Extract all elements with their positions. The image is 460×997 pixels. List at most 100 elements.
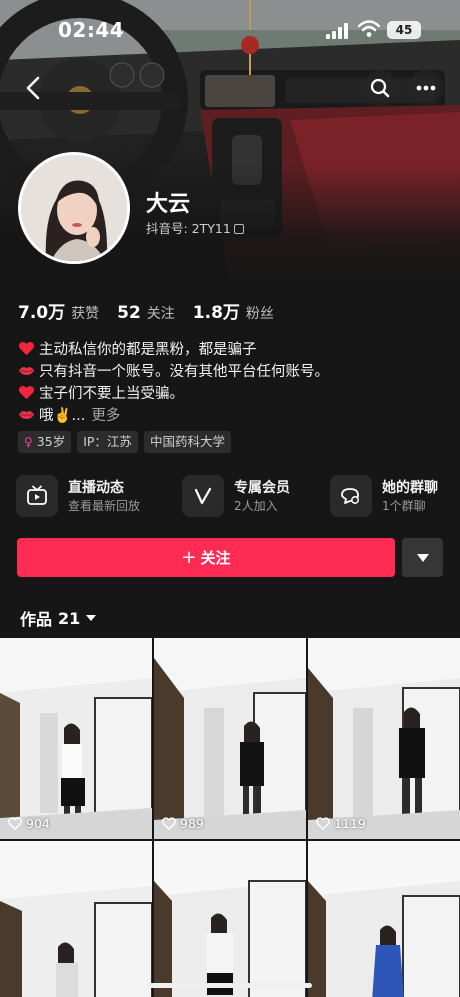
bio-line: 只有抖音一个账号。没有其他平台任何账号。: [18, 359, 448, 381]
video-cover-image: [0, 841, 152, 997]
video-thumbnail[interactable]: [0, 841, 152, 997]
battery-indicator: 45: [387, 21, 421, 39]
video-thumbnail[interactable]: 904: [0, 638, 152, 839]
profile-bio: 主动私信你的都是黑粉，都是骗子 只有抖音一个账号。没有其他平台任何账号。 宝子们…: [18, 337, 448, 425]
tag-age: ♀ 35岁: [18, 431, 72, 453]
avatar-image: [21, 155, 127, 261]
group-chat-icon: [341, 488, 359, 504]
tag-text: IP：江苏: [83, 434, 132, 449]
more-options-button[interactable]: [408, 70, 444, 106]
home-indicator[interactable]: [148, 983, 312, 988]
video-thumbnail[interactable]: [308, 841, 460, 997]
video-cover-image: [154, 638, 306, 839]
status-time: 02:44: [58, 18, 125, 42]
bio-text: 主动私信你的都是黑粉，都是骗子: [39, 341, 257, 358]
feature-text: 她的群聊 1个群聊: [382, 478, 438, 515]
cellular-signal-icon: [326, 23, 348, 39]
heart-icon: [18, 341, 35, 355]
heart-outline-icon: [8, 817, 22, 830]
stat-following[interactable]: 52 关注: [117, 303, 175, 323]
video-thumbnail[interactable]: 1119: [308, 638, 460, 839]
bio-text: 只有抖音一个账号。没有其他平台任何账号。: [39, 363, 329, 380]
female-icon: ♀: [24, 435, 33, 449]
live-tv-icon: [27, 485, 47, 505]
tag-text: 中国药科大学: [149, 434, 225, 449]
video-cover-image: [154, 841, 306, 997]
wifi-icon: [358, 20, 380, 37]
feature-subtitle: 查看最新回放: [68, 498, 141, 513]
feature-text: 专属会员 2人加入: [234, 478, 290, 515]
profile-avatar[interactable]: [18, 152, 130, 264]
profile-stats: 7.0万 获赞 52 关注 1.8万 粉丝: [18, 298, 292, 323]
feature-live[interactable]: 直播动态 查看最新回放: [16, 473, 140, 519]
douyin-id[interactable]: 抖音号: 2TY11: [146, 218, 244, 237]
heart-outline-icon: [162, 817, 176, 830]
video-thumbnail[interactable]: [154, 841, 306, 997]
likes-count: 989: [180, 816, 204, 831]
works-tab[interactable]: 作品 21: [20, 606, 97, 630]
stat-followers[interactable]: 1.8万 粉丝: [193, 298, 274, 323]
profile-nickname: 大云: [146, 192, 191, 217]
feature-cards: 直播动态 查看最新回放 专属会员 2人加入 她的群聊 1个群聊: [16, 473, 446, 519]
chevron-left-icon: [26, 76, 40, 100]
video-grid: 904 989 1119: [0, 638, 460, 997]
status-bar: 02:44 45: [0, 0, 460, 60]
stat-label: 粉丝: [245, 306, 274, 322]
feature-subtitle: 2人加入: [234, 498, 278, 513]
search-button[interactable]: [362, 70, 398, 106]
profile-tags: ♀ 35岁 IP：江苏 中国药科大学: [18, 431, 237, 453]
bio-text: 哦✌️...: [39, 407, 86, 424]
video-cover-image: [308, 841, 460, 997]
copy-icon[interactable]: [233, 224, 244, 234]
vip-v-icon-box: [182, 475, 224, 517]
follow-button[interactable]: + 关注: [17, 538, 395, 577]
stat-label: 关注: [146, 306, 175, 322]
stat-value: 1.8万: [192, 303, 240, 323]
triangle-down-icon: [416, 553, 429, 562]
lips-icon: [18, 366, 35, 375]
bio-text: 宝子们不要上当受骗。: [39, 385, 184, 402]
group-chat-icon-box: [330, 475, 372, 517]
recommend-dropdown-button[interactable]: [402, 538, 443, 577]
feature-title: 专属会员: [234, 479, 290, 496]
video-cover-image: [308, 638, 460, 839]
plus-icon: +: [181, 547, 197, 568]
stat-value: 7.0万: [18, 303, 66, 323]
caret-down-icon: [86, 615, 97, 621]
feature-title: 她的群聊: [382, 479, 438, 496]
more-dots-icon: [416, 85, 436, 91]
heart-outline-icon: [316, 817, 330, 830]
video-thumbnail[interactable]: 989: [154, 638, 306, 839]
back-button[interactable]: [18, 72, 50, 104]
heart-icon: [18, 385, 35, 399]
feature-text: 直播动态 查看最新回放: [68, 478, 140, 515]
stat-value: 52: [117, 303, 141, 323]
tag-ip: IP：江苏: [77, 431, 138, 453]
bio-line: 宝子们不要上当受骗。: [18, 381, 448, 403]
lips-icon: [18, 410, 35, 419]
tag-text: 35岁: [36, 434, 66, 449]
tag-school[interactable]: 中国药科大学: [143, 431, 231, 453]
video-likes: 904: [8, 816, 50, 831]
stat-label: 获赞: [71, 306, 100, 322]
works-count: 21: [58, 608, 81, 628]
follow-label: 关注: [200, 549, 231, 567]
likes-count: 904: [26, 816, 50, 831]
feature-title: 直播动态: [68, 479, 124, 496]
likes-count: 1119: [334, 816, 366, 831]
feature-group-chat[interactable]: 她的群聊 1个群聊: [330, 473, 438, 519]
search-icon: [370, 78, 390, 98]
bio-line: 主动私信你的都是黑粉，都是骗子: [18, 337, 448, 359]
vip-v-icon: [194, 487, 212, 505]
live-tv-icon-box: [16, 475, 58, 517]
bio-more-link[interactable]: 更多: [91, 404, 120, 425]
video-cover-image: [0, 638, 152, 839]
feature-membership[interactable]: 专属会员 2人加入: [182, 473, 290, 519]
douyin-id-text: 抖音号: 2TY11: [146, 221, 231, 236]
works-title: 作品: [20, 610, 53, 629]
video-likes: 1119: [316, 816, 366, 831]
feature-subtitle: 1个群聊: [382, 498, 426, 513]
stat-likes[interactable]: 7.0万 获赞: [18, 298, 99, 323]
video-likes: 989: [162, 816, 204, 831]
bio-line: 哦✌️... 更多: [18, 403, 448, 425]
